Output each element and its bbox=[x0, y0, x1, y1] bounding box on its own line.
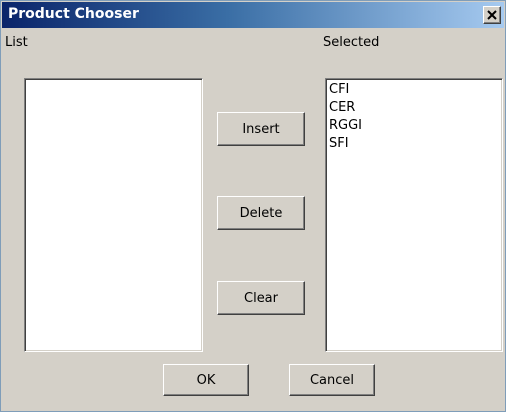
cancel-button[interactable]: Cancel bbox=[289, 364, 375, 396]
list-item[interactable]: SFI bbox=[326, 135, 502, 153]
selected-products-list[interactable]: CFI CER RGGI SFI bbox=[325, 78, 503, 352]
close-icon bbox=[487, 10, 497, 20]
window-title: Product Chooser bbox=[8, 6, 139, 22]
ok-button[interactable]: OK bbox=[163, 364, 249, 396]
insert-button[interactable]: Insert bbox=[217, 112, 305, 146]
list-label: List bbox=[5, 35, 28, 50]
product-chooser-dialog: Product Chooser List Selected CFI CER RG… bbox=[0, 0, 506, 412]
delete-button[interactable]: Delete bbox=[217, 196, 305, 230]
list-item[interactable]: RGGI bbox=[326, 117, 502, 135]
title-bar[interactable]: Product Chooser bbox=[2, 2, 504, 28]
list-item[interactable]: CER bbox=[326, 99, 502, 117]
available-products-list[interactable] bbox=[24, 78, 203, 352]
clear-button[interactable]: Clear bbox=[217, 281, 305, 315]
list-item[interactable]: CFI bbox=[326, 81, 502, 99]
close-button[interactable] bbox=[483, 6, 501, 24]
selected-label: Selected bbox=[323, 35, 380, 50]
